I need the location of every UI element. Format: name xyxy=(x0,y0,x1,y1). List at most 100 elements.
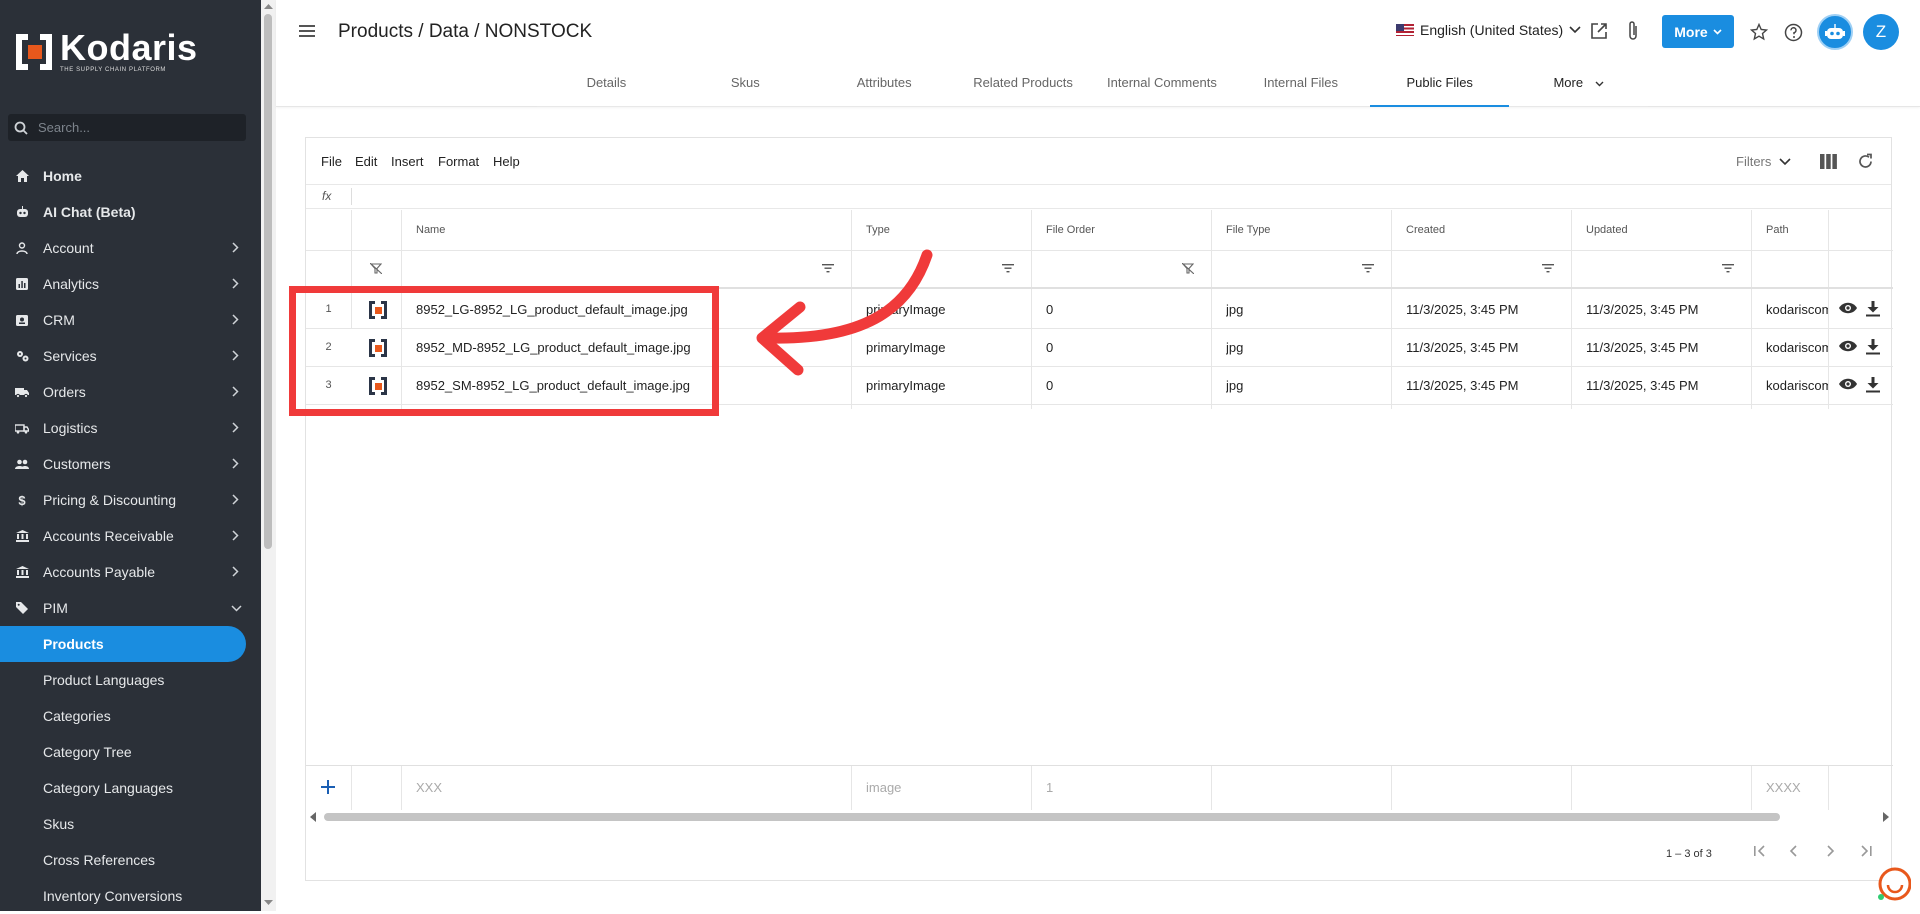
cell-created[interactable]: 11/3/2025, 3:45 PM xyxy=(1406,378,1519,393)
chat-support-icon[interactable] xyxy=(1877,867,1911,901)
cell-updated[interactable]: 11/3/2025, 3:45 PM xyxy=(1586,378,1699,393)
refresh-icon[interactable] xyxy=(1857,153,1874,170)
more-button[interactable]: More xyxy=(1662,15,1734,48)
sidebar-scrollbar[interactable] xyxy=(261,0,276,911)
cell-path[interactable]: kodariscom xyxy=(1766,340,1828,355)
first-page-icon[interactable] xyxy=(1752,844,1768,858)
col-header-name[interactable]: Name xyxy=(416,224,445,236)
cell-created[interactable]: 11/3/2025, 3:45 PM xyxy=(1406,302,1519,317)
tab-public-files[interactable]: Public Files xyxy=(1370,70,1510,107)
add-row-icon[interactable] xyxy=(321,780,335,794)
view-icon[interactable] xyxy=(1838,339,1858,353)
filter-off-icon[interactable] xyxy=(370,263,382,274)
view-icon[interactable] xyxy=(1838,301,1858,315)
sidebar-item-pricing[interactable]: $ Pricing & Discounting xyxy=(0,482,261,518)
filter-icon[interactable] xyxy=(1542,263,1554,273)
col-header-file-order[interactable]: File Order xyxy=(1046,224,1095,236)
sidebar-item-home[interactable]: Home xyxy=(0,158,261,194)
help-icon[interactable] xyxy=(1784,23,1803,42)
filter-icon[interactable] xyxy=(1722,263,1734,273)
user-avatar[interactable]: Z xyxy=(1863,14,1899,50)
download-icon[interactable] xyxy=(1866,301,1880,317)
sidebar-item-category-languages[interactable]: Category Languages xyxy=(0,770,261,806)
tab-details[interactable]: Details xyxy=(537,70,676,106)
cell-updated[interactable]: 11/3/2025, 3:45 PM xyxy=(1586,302,1699,317)
sidebar-item-crm[interactable]: CRM xyxy=(0,302,261,338)
new-row-type[interactable]: image xyxy=(866,780,901,795)
sidebar-item-analytics[interactable]: Analytics xyxy=(0,266,261,302)
filter-icon[interactable] xyxy=(1002,263,1014,273)
ai-assistant-button[interactable] xyxy=(1817,14,1853,50)
formula-bar[interactable]: fx xyxy=(306,185,1891,209)
horizontal-scrollbar[interactable] xyxy=(306,810,1893,824)
sidebar-item-cross-references[interactable]: Cross References xyxy=(0,842,261,878)
scroll-up-icon[interactable] xyxy=(261,1,276,11)
scroll-down-icon[interactable] xyxy=(261,898,276,908)
sidebar-item-accounts-payable[interactable]: Accounts Payable xyxy=(0,554,261,590)
sidebar-item-account[interactable]: Account xyxy=(0,230,261,266)
sidebar-item-pim[interactable]: PIM xyxy=(0,590,261,626)
columns-icon[interactable] xyxy=(1820,154,1837,169)
next-page-icon[interactable] xyxy=(1824,844,1836,858)
tab-internal-comments[interactable]: Internal Comments xyxy=(1093,70,1232,106)
sidebar-item-orders[interactable]: Orders xyxy=(0,374,261,410)
cell-file-order[interactable]: 0 xyxy=(1046,378,1053,393)
sidebar-item-customers[interactable]: Customers xyxy=(0,446,261,482)
sidebar-item-ai-chat[interactable]: AI Chat (Beta) xyxy=(0,194,261,230)
col-header-path[interactable]: Path xyxy=(1766,224,1789,236)
cell-created[interactable]: 11/3/2025, 3:45 PM xyxy=(1406,340,1519,355)
filter-icon[interactable] xyxy=(1362,263,1374,273)
col-header-type[interactable]: Type xyxy=(866,224,890,236)
language-selector[interactable]: English (United States) xyxy=(1396,22,1581,38)
cell-file-order[interactable]: 0 xyxy=(1046,302,1053,317)
sidebar-item-inventory-conversions[interactable]: Inventory Conversions xyxy=(0,878,261,914)
menu-help[interactable]: Help xyxy=(493,154,520,169)
sidebar-item-accounts-receivable[interactable]: Accounts Receivable xyxy=(0,518,261,554)
sidebar-item-product-languages[interactable]: Product Languages xyxy=(0,662,261,698)
col-header-created[interactable]: Created xyxy=(1406,224,1445,236)
sidebar-scroll-thumb[interactable] xyxy=(264,14,272,549)
cell-file-type[interactable]: jpg xyxy=(1226,340,1243,355)
new-row[interactable]: XXX image 1 XXXX xyxy=(306,765,1893,810)
sidebar-item-category-tree[interactable]: Category Tree xyxy=(0,734,261,770)
col-header-updated[interactable]: Updated xyxy=(1586,224,1628,236)
tab-internal-files[interactable]: Internal Files xyxy=(1231,70,1370,106)
star-icon[interactable] xyxy=(1750,23,1768,41)
last-page-icon[interactable] xyxy=(1858,844,1874,858)
kodaris-logo[interactable]: Kodaris THE SUPPLY CHAIN PLATFORM xyxy=(14,30,198,74)
sidebar-item-categories[interactable]: Categories xyxy=(0,698,261,734)
tab-related-products[interactable]: Related Products xyxy=(954,70,1093,106)
view-icon[interactable] xyxy=(1838,377,1858,391)
menu-format[interactable]: Format xyxy=(438,154,479,169)
filters-dropdown[interactable]: Filters xyxy=(1736,154,1791,169)
download-icon[interactable] xyxy=(1866,377,1880,393)
menu-insert[interactable]: Insert xyxy=(391,154,424,169)
scroll-right-icon[interactable] xyxy=(1882,812,1890,822)
sidebar-item-products[interactable]: Products xyxy=(0,626,246,662)
cell-file-type[interactable]: jpg xyxy=(1226,378,1243,393)
sidebar-item-skus[interactable]: Skus xyxy=(0,806,261,842)
tab-attributes[interactable]: Attributes xyxy=(815,70,954,106)
tab-more[interactable]: More xyxy=(1509,70,1648,106)
open-external-icon[interactable] xyxy=(1590,22,1608,40)
search-input[interactable] xyxy=(36,119,226,136)
menu-file[interactable]: File xyxy=(321,154,342,169)
cell-file-order[interactable]: 0 xyxy=(1046,340,1053,355)
sidebar-item-services[interactable]: Services xyxy=(0,338,261,374)
download-icon[interactable] xyxy=(1866,339,1880,355)
scroll-left-icon[interactable] xyxy=(309,812,317,822)
new-row-path[interactable]: XXXX xyxy=(1766,780,1801,795)
tab-skus[interactable]: Skus xyxy=(676,70,815,106)
new-row-name[interactable]: XXX xyxy=(416,780,442,795)
cell-file-type[interactable]: jpg xyxy=(1226,302,1243,317)
horizontal-scroll-thumb[interactable] xyxy=(324,813,1780,821)
cell-path[interactable]: kodariscom xyxy=(1766,302,1828,317)
cell-updated[interactable]: 11/3/2025, 3:45 PM xyxy=(1586,340,1699,355)
menu-edit[interactable]: Edit xyxy=(355,154,377,169)
new-row-file-order[interactable]: 1 xyxy=(1046,780,1053,795)
hamburger-menu-icon[interactable] xyxy=(298,22,316,40)
sidebar-item-logistics[interactable]: Logistics xyxy=(0,410,261,446)
paperclip-icon[interactable] xyxy=(1627,20,1639,42)
cell-path[interactable]: kodariscom xyxy=(1766,378,1828,393)
col-header-file-type[interactable]: File Type xyxy=(1226,224,1270,236)
